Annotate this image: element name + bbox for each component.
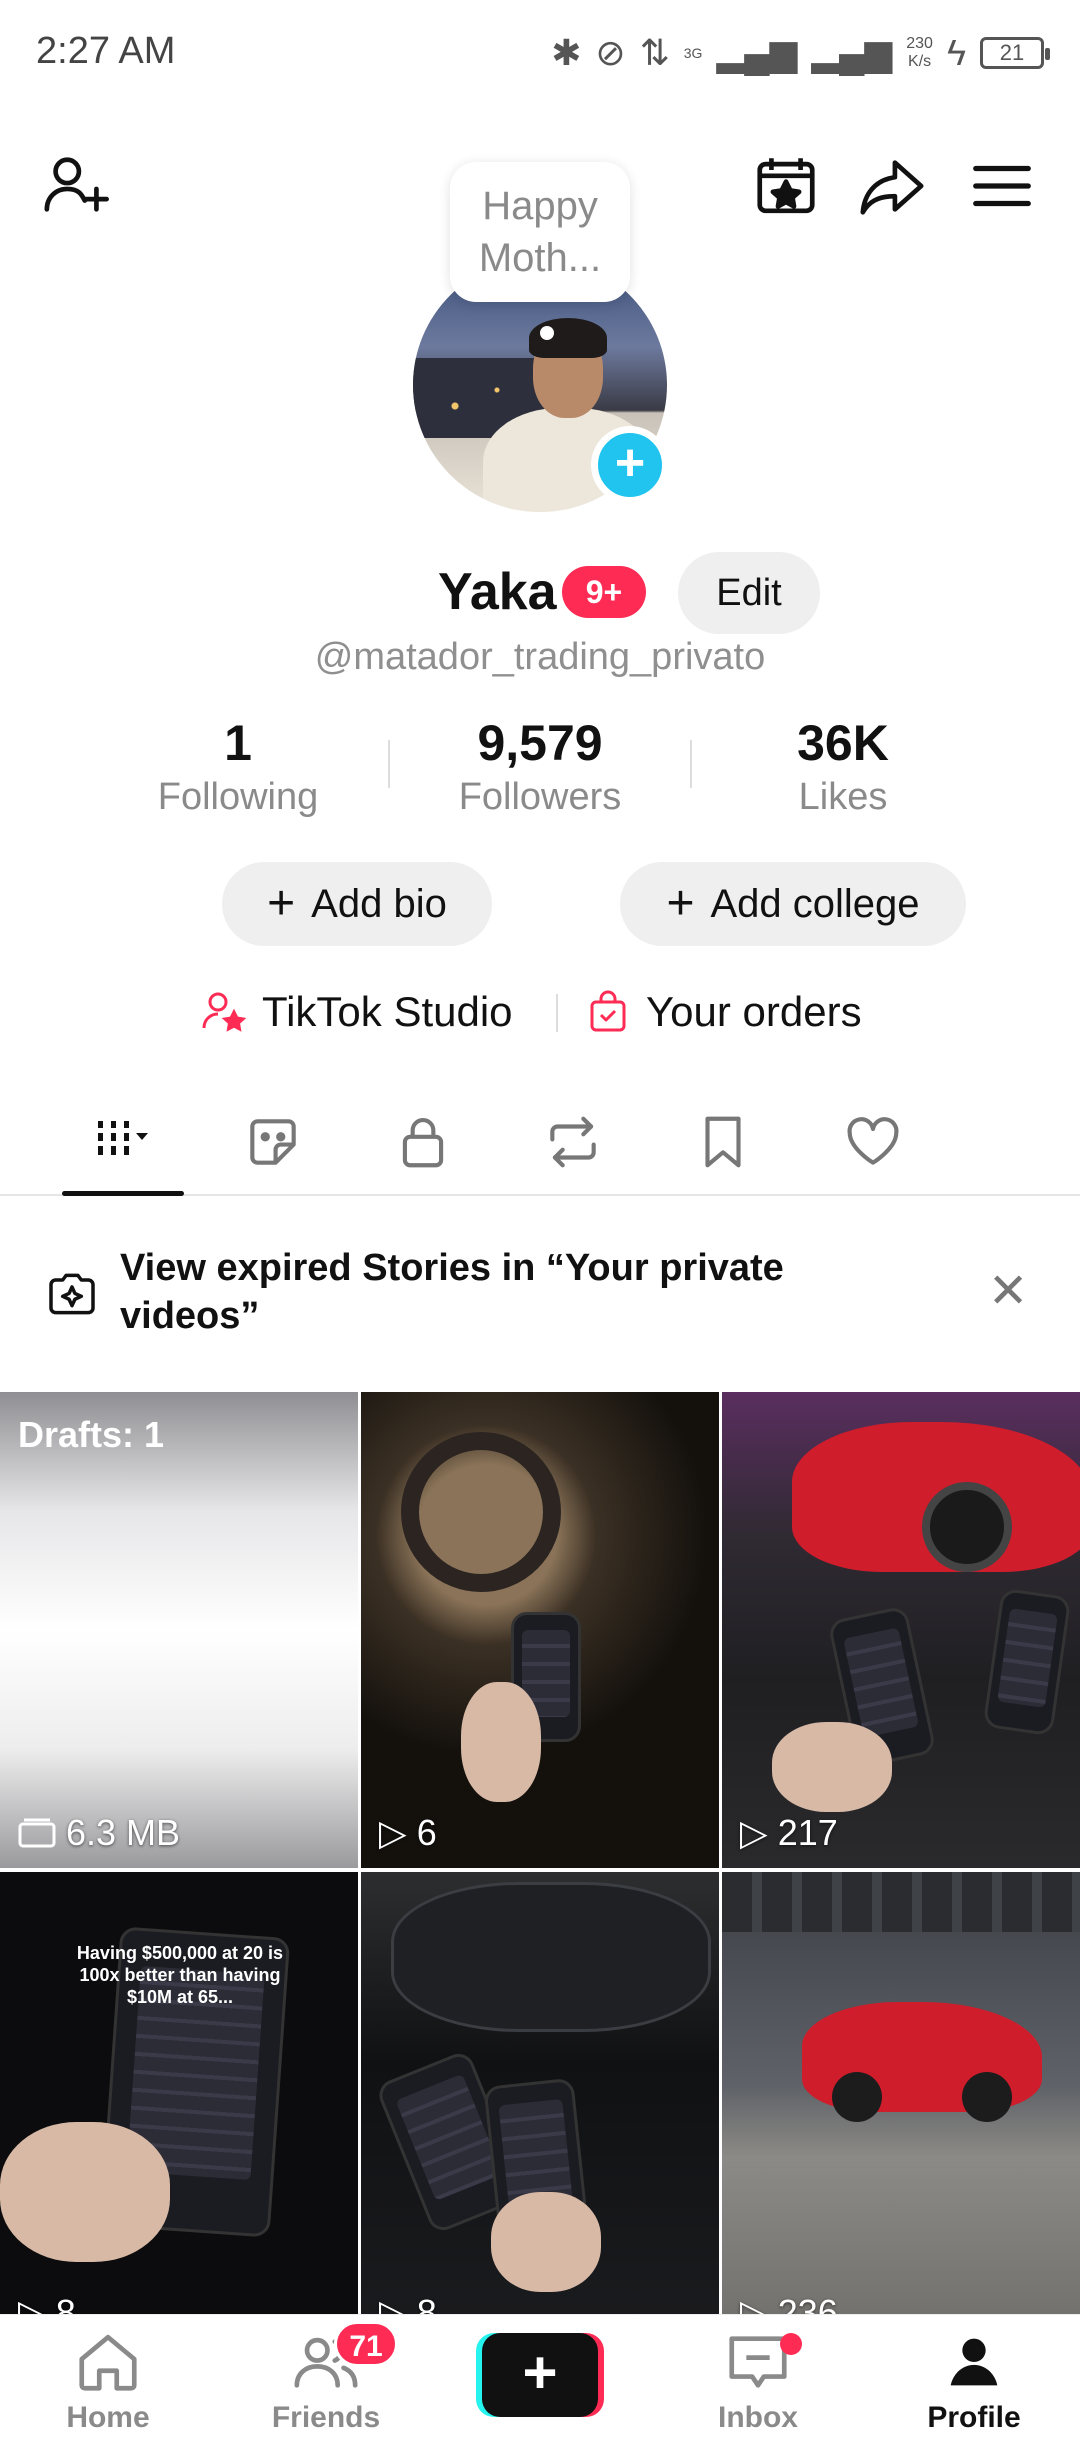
drafts-label: Drafts: 1 (18, 1414, 165, 1455)
name-row: Yaka 9+ Edit (0, 552, 1080, 634)
video-tile[interactable]: Having $500,000 at 20 is 100x better tha… (0, 1872, 358, 2348)
video-grid: Drafts: 1 6.3 MB ▷ 6 ▷ 217 Having $500,0… (0, 1392, 1080, 2392)
edit-profile-button[interactable]: Edit (678, 552, 820, 634)
calendar-star-icon[interactable] (750, 150, 822, 222)
heart-icon (847, 1117, 899, 1165)
data-arrows-icon: ⇅ (639, 32, 670, 73)
battery-icon: 21 (980, 37, 1050, 69)
video-caption: Having $500,000 at 20 is 100x better tha… (76, 1943, 284, 2007)
signal-2-icon: ▂▄▆ (811, 32, 893, 73)
tab-reposts[interactable] (518, 1090, 628, 1194)
play-icon: ▷ (379, 1812, 407, 1853)
tiktok-studio-link[interactable]: TikTok Studio (200, 980, 513, 1044)
stickers-icon (250, 1119, 296, 1165)
tab-saved[interactable] (668, 1090, 778, 1194)
repost-icon (550, 1116, 596, 1168)
add-story-plus-icon[interactable]: + (591, 426, 669, 504)
drafts-tile[interactable]: Drafts: 1 6.3 MB (0, 1392, 358, 1868)
create-button[interactable]: + (476, 2333, 604, 2417)
nav-profile[interactable]: Profile (904, 2327, 1044, 2457)
play-icon: ▷ (740, 1812, 768, 1853)
plus-icon: + (482, 2333, 598, 2417)
folder-icon (18, 1818, 56, 1848)
charging-icon: ϟ (946, 32, 966, 73)
expired-stories-banner[interactable]: View expired Stories in “Your private vi… (0, 1196, 1080, 1392)
profile-handle: @matador_trading_privato (314, 636, 766, 678)
profile-stats: 1 Following 9,579 Followers 36K Likes (0, 712, 1080, 822)
do-not-disturb-icon: ⊘ (595, 32, 626, 73)
profile-tabs (0, 1090, 1080, 1196)
bluetooth-icon: ✱ (551, 32, 582, 73)
notification-badge[interactable]: 9+ (562, 566, 646, 618)
note-bubble[interactable]: Happy Moth... (450, 162, 630, 302)
bottom-navigation: Home Friends 71 + Inbox Profile (0, 2314, 1080, 2460)
studio-row: TikTok Studio Your orders (0, 980, 1080, 1044)
tab-stickers[interactable] (218, 1090, 328, 1194)
status-bar: 2:27 AM ✱ ⊘ ⇅ 3G ▂▄▆ ▂▄▆ 230 K/s ϟ 21 (0, 0, 1080, 110)
profile-name: Yaka (438, 563, 557, 621)
add-bio-button[interactable]: + Add bio (222, 862, 492, 946)
nav-home[interactable]: Home (38, 2327, 178, 2457)
nav-inbox[interactable]: Inbox (688, 2327, 828, 2457)
tab-videos[interactable] (68, 1090, 178, 1194)
network-type-label: 3G (683, 45, 703, 61)
note-bubble-tail (540, 326, 554, 340)
stat-followers[interactable]: 9,579 Followers (415, 712, 665, 820)
profile-icon (941, 2329, 1007, 2395)
shopping-bag-icon (590, 990, 626, 1032)
bookmark-icon (705, 1116, 741, 1168)
add-friend-icon[interactable] (40, 150, 112, 222)
video-tile[interactable]: ▷ 8 (361, 1872, 719, 2348)
your-orders-link[interactable]: Your orders (584, 980, 862, 1044)
status-icons: ✱ ⊘ ⇅ 3G ▂▄▆ ▂▄▆ 230 K/s ϟ 21 (551, 28, 1050, 78)
friends-badge: 71 (334, 2321, 398, 2367)
video-tile[interactable]: ▷ 6 (361, 1392, 719, 1868)
video-tile[interactable]: ▷ 236 (722, 1872, 1080, 2348)
menu-icon[interactable] (966, 150, 1038, 222)
lock-icon (402, 1118, 444, 1168)
videos-grid-icon (98, 1121, 148, 1155)
inbox-notification-dot (780, 2333, 802, 2355)
stat-likes[interactable]: 36K Likes (718, 712, 968, 820)
nav-friends[interactable]: Friends 71 (256, 2321, 398, 2457)
drafts-size: 6.3 MB (18, 1812, 180, 1854)
network-speed: 230 K/s (906, 35, 933, 70)
view-count: ▷ 217 (740, 1812, 838, 1853)
story-sparkle-icon (49, 1273, 95, 1315)
plus-icon: + (666, 877, 695, 930)
status-time: 2:27 AM (36, 30, 176, 72)
tab-liked[interactable] (818, 1090, 928, 1194)
stat-following[interactable]: 1 Following (113, 712, 363, 820)
video-tile[interactable]: ▷ 217 (722, 1392, 1080, 1868)
plus-icon: + (267, 877, 296, 930)
tab-private[interactable] (368, 1090, 478, 1194)
add-college-button[interactable]: + Add college (620, 862, 966, 946)
view-count: ▷ 6 (379, 1812, 437, 1853)
home-icon (79, 2334, 137, 2391)
signal-icon: ▂▄▆ (716, 32, 798, 73)
close-icon[interactable]: ✕ (988, 1268, 1028, 1316)
creator-star-icon (202, 992, 247, 1032)
banner-text: View expired Stories in “Your private vi… (120, 1247, 784, 1337)
share-icon[interactable] (856, 150, 928, 222)
